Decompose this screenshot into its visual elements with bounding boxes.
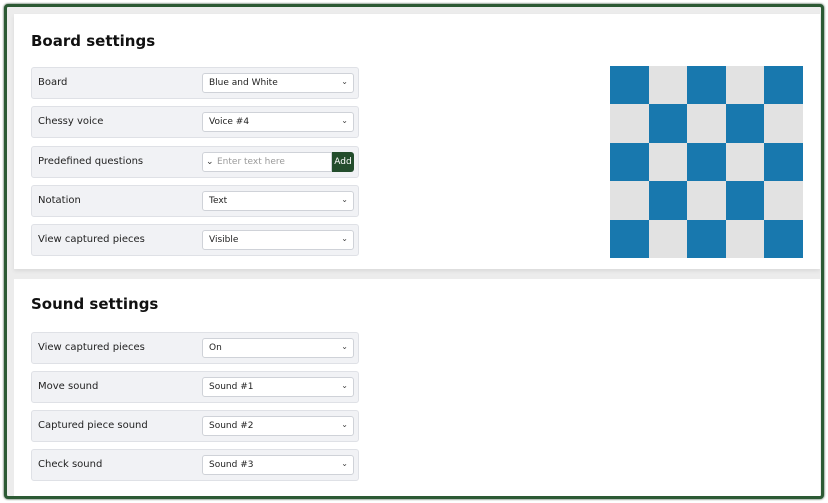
- board-square: [648, 181, 688, 220]
- board-row: Board Blue and White ⌄: [31, 67, 359, 99]
- chevron-down-icon: ⌄: [341, 459, 348, 468]
- board-square: [610, 66, 649, 105]
- chessy-voice-row: Chessy voice Voice #4 ⌄: [31, 106, 359, 138]
- board-square: [648, 142, 688, 182]
- sound-settings-title: Sound settings: [31, 295, 159, 313]
- predefined-questions-input[interactable]: ⌄ Enter text here: [202, 152, 332, 172]
- chevron-down-icon: ⌄: [341, 420, 348, 429]
- board-square: [648, 66, 688, 105]
- board-square: [764, 66, 803, 105]
- board-square: [764, 104, 803, 143]
- board-settings-title: Board settings: [31, 32, 156, 50]
- predefined-questions-placeholder: Enter text here: [217, 157, 285, 167]
- chevron-down-icon: ⌄: [341, 342, 348, 351]
- board-square: [764, 142, 803, 182]
- board-square: [687, 181, 726, 220]
- board-square: [610, 219, 649, 258]
- captured-piece-sound-select-value: Sound #2: [209, 421, 254, 431]
- captured-piece-sound-select[interactable]: Sound #2 ⌄: [202, 416, 354, 436]
- app-frame: Board settings Board Blue and White ⌄ Ch…: [4, 4, 824, 499]
- check-sound-select[interactable]: Sound #3 ⌄: [202, 455, 354, 475]
- sound-view-captured-row: View captured pieces On ⌄: [31, 332, 359, 364]
- board-square: [648, 104, 688, 143]
- add-question-button[interactable]: Add: [332, 152, 354, 172]
- notation-label: Notation: [38, 195, 81, 206]
- sound-view-captured-select[interactable]: On ⌄: [202, 338, 354, 358]
- captured-piece-sound-row: Captured piece sound Sound #2 ⌄: [31, 410, 359, 442]
- board-square: [764, 181, 803, 220]
- sound-view-captured-select-value: On: [209, 343, 222, 353]
- sound-view-captured-label: View captured pieces: [38, 342, 145, 353]
- sound-settings-card: Sound settings View captured pieces On ⌄…: [14, 279, 820, 496]
- chessy-voice-select-value: Voice #4: [209, 117, 250, 127]
- board-square: [725, 219, 765, 258]
- board-square: [687, 219, 726, 258]
- board-settings-card: Board settings Board Blue and White ⌄ Ch…: [14, 14, 820, 269]
- chevron-down-icon: ⌄: [341, 116, 348, 125]
- board-select-value: Blue and White: [209, 78, 278, 88]
- view-captured-pieces-select[interactable]: Visible ⌄: [202, 230, 354, 250]
- board-square: [610, 142, 649, 182]
- board-square: [764, 219, 803, 258]
- board-square: [648, 219, 688, 258]
- board-square: [610, 104, 649, 143]
- view-captured-pieces-select-value: Visible: [209, 235, 239, 245]
- view-captured-pieces-label: View captured pieces: [38, 234, 145, 245]
- view-captured-pieces-row: View captured pieces Visible ⌄: [31, 224, 359, 256]
- predefined-questions-row: Predefined questions ⌄ Enter text here A…: [31, 146, 359, 178]
- chessy-voice-select[interactable]: Voice #4 ⌄: [202, 112, 354, 132]
- check-sound-select-value: Sound #3: [209, 460, 254, 470]
- board-square: [725, 104, 765, 143]
- board-square: [610, 181, 649, 220]
- move-sound-select-value: Sound #1: [209, 382, 254, 392]
- board-square: [725, 66, 765, 105]
- notation-select-value: Text: [209, 196, 228, 206]
- check-sound-label: Check sound: [38, 459, 103, 470]
- chevron-down-icon: ⌄: [341, 381, 348, 390]
- notation-select[interactable]: Text ⌄: [202, 191, 354, 211]
- board-label: Board: [38, 77, 68, 88]
- board-square: [725, 142, 765, 182]
- chessy-voice-label: Chessy voice: [38, 116, 104, 127]
- board-square: [687, 104, 726, 143]
- board-select[interactable]: Blue and White ⌄: [202, 73, 354, 93]
- move-sound-label: Move sound: [38, 381, 99, 392]
- chevron-down-icon[interactable]: ⌄: [206, 156, 214, 167]
- captured-piece-sound-label: Captured piece sound: [38, 420, 148, 431]
- board-square: [725, 181, 765, 220]
- chevron-down-icon: ⌄: [341, 195, 348, 204]
- board-preview: [610, 66, 803, 258]
- move-sound-select[interactable]: Sound #1 ⌄: [202, 377, 354, 397]
- board-square: [687, 66, 726, 105]
- check-sound-row: Check sound Sound #3 ⌄: [31, 449, 359, 481]
- chevron-down-icon: ⌄: [341, 234, 348, 243]
- move-sound-row: Move sound Sound #1 ⌄: [31, 371, 359, 403]
- chevron-down-icon: ⌄: [341, 77, 348, 86]
- board-square: [687, 142, 726, 182]
- predefined-questions-label: Predefined questions: [38, 156, 144, 167]
- notation-row: Notation Text ⌄: [31, 185, 359, 217]
